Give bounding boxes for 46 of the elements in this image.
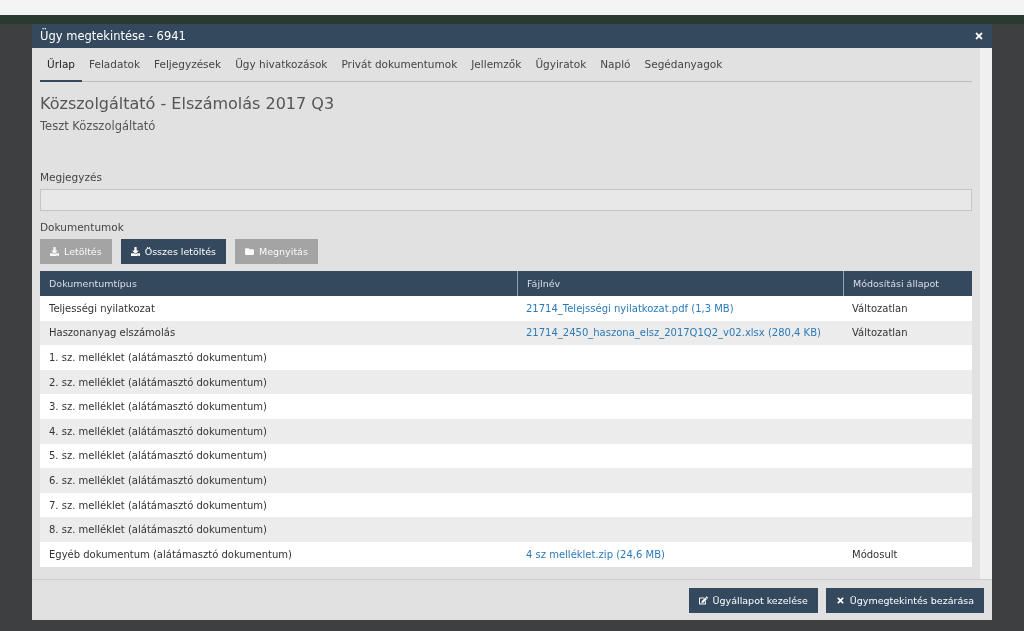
table-cell: Egyéb dokumentum (alátámasztó dokumentum) bbox=[49, 548, 292, 560]
close-icon bbox=[835, 595, 845, 605]
table-cell: 4. sz. melléklet (alátámasztó dokumentum) bbox=[49, 425, 267, 437]
tab[interactable]: Privát dokumentumok bbox=[334, 48, 465, 82]
table-cell: Változatlan bbox=[852, 302, 908, 314]
table-cell: 8. sz. melléklet (alátámasztó dokumentum) bbox=[49, 524, 267, 536]
footer-button[interactable]: Ügymegtekintés bezárása bbox=[825, 587, 984, 613]
note-field[interactable] bbox=[40, 189, 972, 211]
section-label: Dokumentumok bbox=[40, 221, 125, 233]
footer-button[interactable]: Ügyállapot kezelése bbox=[688, 587, 818, 613]
scrollbar[interactable] bbox=[980, 48, 992, 579]
table-cell: Haszonanyag elszámolás bbox=[49, 327, 176, 339]
download-icon bbox=[130, 247, 140, 256]
tab[interactable]: Jellemzők bbox=[464, 48, 529, 82]
table-cell: 5. sz. melléklet (alátámasztó dokumentum) bbox=[49, 450, 267, 462]
table-cell: 1. sz. melléklet (alátámasztó dokumentum) bbox=[49, 352, 267, 363]
column-header: Dokumentumtípus bbox=[49, 278, 137, 289]
table-cell: 3. sz. melléklet (alátámasztó dokumentum) bbox=[49, 401, 267, 413]
close-icon bbox=[974, 31, 984, 41]
window-title: Ügy megtekintése - 6941 bbox=[40, 29, 186, 43]
tab[interactable]: Feladatok bbox=[82, 48, 148, 82]
close-button[interactable] bbox=[974, 31, 984, 41]
table-cell: Módosult bbox=[852, 548, 898, 560]
table-cell: Teljességi nyilatkozat bbox=[49, 302, 155, 314]
table-cell: 6. sz. melléklet (alátámasztó dokumentum) bbox=[49, 474, 267, 486]
tab[interactable]: Űrlap bbox=[40, 48, 83, 82]
case-subtitle: Teszt Közszolgáltató bbox=[40, 119, 157, 133]
edit-icon bbox=[698, 595, 708, 605]
file-link[interactable]: 21714_2450_haszona_elsz_2017Q1Q2_v02.xlsx (280,4 KB) bbox=[526, 327, 821, 339]
column-header: Módosítási állapot bbox=[853, 278, 940, 289]
tab[interactable]: Ügyiratok bbox=[528, 48, 594, 82]
tab[interactable]: Napló bbox=[593, 48, 638, 82]
table-cell: 2. sz. melléklet (alátámasztó dokumentum) bbox=[49, 376, 267, 388]
table-cell: 7. sz. melléklet (alátámasztó dokumentum) bbox=[49, 499, 267, 511]
tab[interactable]: Ügy hivatkozások bbox=[228, 48, 335, 82]
folder-icon bbox=[245, 247, 255, 256]
tab[interactable]: Segédanyagok bbox=[637, 48, 730, 82]
toolbar-button[interactable]: Összes letöltés bbox=[120, 239, 227, 264]
tab[interactable]: Feljegyzések bbox=[147, 48, 229, 82]
column-header: Fájlnév bbox=[527, 278, 561, 289]
file-link[interactable]: 4 sz melléklet.zip (24,6 MB) bbox=[526, 548, 665, 560]
download-icon bbox=[50, 247, 59, 256]
case-title: Közszolgáltató - Elszámolás 2017 Q3 bbox=[40, 94, 336, 113]
file-link[interactable]: 21714_Telejsségi nyilatkozat.pdf (1,3 MB) bbox=[526, 302, 734, 314]
table-cell: Változatlan bbox=[852, 327, 908, 339]
field-label: Megjegyzés bbox=[40, 171, 103, 183]
